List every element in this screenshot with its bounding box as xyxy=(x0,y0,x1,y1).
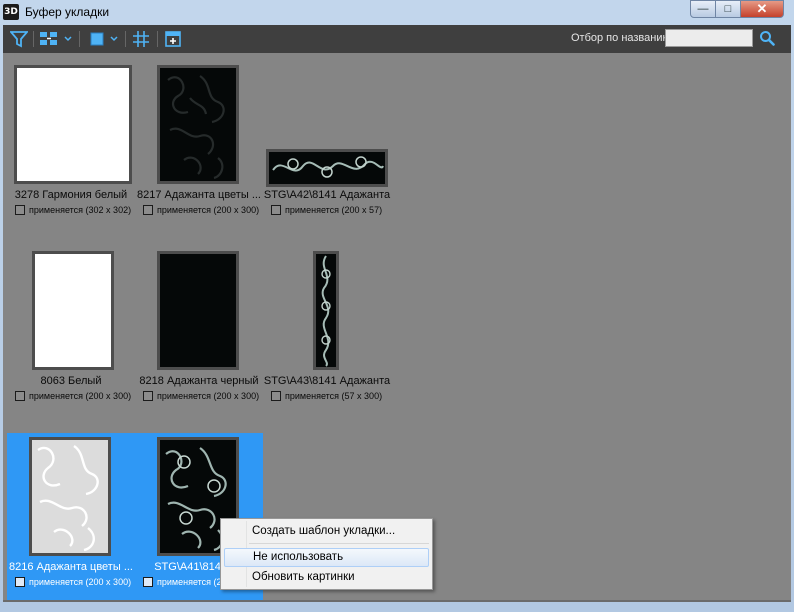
search-icon xyxy=(760,31,775,46)
filter-label: Отбор по названию xyxy=(571,32,671,44)
tile-status: применяется (200 x 300) xyxy=(157,205,260,215)
use-checkbox[interactable] xyxy=(143,205,153,215)
toolbar-separator xyxy=(125,31,126,47)
menu-item-refresh-images[interactable]: Обновить картинки xyxy=(224,568,429,587)
tile-status: применяется (57 x 300) xyxy=(285,391,383,401)
window-frame-bottom xyxy=(3,600,791,602)
pattern-image xyxy=(321,255,331,367)
chevron-down-icon xyxy=(110,36,118,42)
app-icon: 3D xyxy=(3,4,19,20)
tile-item[interactable]: 8216 Адажанта цветы ... применяется (200… xyxy=(7,433,135,601)
pattern-image xyxy=(167,75,225,180)
window-title: Буфер укладки xyxy=(25,5,110,19)
tile-name: 8217 Адажанта цветы ... xyxy=(137,189,261,201)
tile-status: применяется (20 xyxy=(157,577,227,587)
filter-input[interactable] xyxy=(665,29,753,47)
tile-thumbnail xyxy=(157,251,239,370)
grid-icon xyxy=(133,31,149,47)
tile-item[interactable]: 8063 Белый применяется (200 x 300) xyxy=(7,247,135,415)
menu-separator xyxy=(249,543,429,544)
tile-name: STG\A43\8141 Адажанта xyxy=(263,375,391,387)
tile-item[interactable]: 8217 Адажанта цветы ... применяется (200… xyxy=(135,61,263,229)
tile-item[interactable]: 3278 Гармония белый применяется (302 x 3… xyxy=(7,61,135,229)
tile-status: применяется (200 x 300) xyxy=(29,577,132,587)
view-mode-dropdown-button[interactable] xyxy=(109,28,119,50)
toolbar: Отбор по названию xyxy=(3,25,791,53)
menu-item-do-not-use[interactable]: Не использовать xyxy=(224,548,429,567)
app-window: 3D Буфер укладки — □ ✕ Отбор по названию… xyxy=(0,0,794,612)
minimize-button[interactable]: — xyxy=(690,0,716,18)
use-checkbox[interactable] xyxy=(15,205,25,215)
use-checkbox[interactable] xyxy=(271,391,281,401)
tile-thumbnail xyxy=(32,251,114,370)
use-checkbox[interactable] xyxy=(15,577,25,587)
tile-name: 8063 Белый xyxy=(40,375,102,387)
import-icon xyxy=(165,31,181,47)
toolbar-separator xyxy=(79,31,80,47)
tile-status: применяется (302 x 302) xyxy=(29,205,132,215)
title-bar[interactable]: 3D Буфер укладки — □ ✕ xyxy=(0,0,794,24)
tile-thumbnail xyxy=(313,251,339,370)
filter-button[interactable] xyxy=(9,28,29,50)
toolbar-separator xyxy=(33,31,34,47)
tile-thumbnail xyxy=(14,65,132,184)
tile-item[interactable]: STG\A43\8141 Адажанта применяется (57 x … xyxy=(263,247,391,415)
tile-name: STG\A42\8141 Адажанта xyxy=(263,189,391,201)
tile-name: 8218 Адажанта черный xyxy=(139,375,259,387)
tile-item[interactable]: 8218 Адажанта черный применяется (200 x … xyxy=(135,247,263,415)
tile-status: применяется (200 x 300) xyxy=(29,391,132,401)
context-menu: Создать шаблон укладки... Не использоват… xyxy=(220,518,433,590)
tile-name: 3278 Гармония белый xyxy=(14,189,128,201)
filter-icon xyxy=(10,31,28,48)
tile-thumbnail xyxy=(266,149,388,187)
chevron-down-icon xyxy=(64,36,72,42)
tile-status: применяется (200 x 57) xyxy=(285,205,383,215)
use-checkbox[interactable] xyxy=(271,205,281,215)
tile-name: 8216 Адажанта цветы ... xyxy=(9,561,133,573)
use-checkbox[interactable] xyxy=(143,391,153,401)
tile-item[interactable]: STG\A42\8141 Адажанта применяется (200 x… xyxy=(263,61,391,229)
close-button[interactable]: ✕ xyxy=(740,0,784,18)
import-button[interactable] xyxy=(163,28,183,50)
tile-status: применяется (200 x 300) xyxy=(157,391,260,401)
sort-dropdown-button[interactable] xyxy=(63,28,73,50)
sort-button[interactable] xyxy=(37,28,61,50)
view-mode-button[interactable] xyxy=(87,28,107,50)
pattern-image xyxy=(272,156,384,178)
use-checkbox[interactable] xyxy=(143,577,153,587)
search-button[interactable] xyxy=(759,30,775,49)
tile-thumbnail xyxy=(157,65,239,184)
view-mode-icon xyxy=(90,32,104,46)
tile-thumbnail xyxy=(29,437,111,556)
menu-item-create-template[interactable]: Создать шаблон укладки... xyxy=(224,522,429,541)
maximize-button[interactable]: □ xyxy=(715,0,741,18)
sort-icon xyxy=(40,32,57,45)
pattern-image xyxy=(37,445,99,552)
use-checkbox[interactable] xyxy=(15,391,25,401)
grid-button[interactable] xyxy=(131,28,151,50)
toolbar-separator xyxy=(157,31,158,47)
